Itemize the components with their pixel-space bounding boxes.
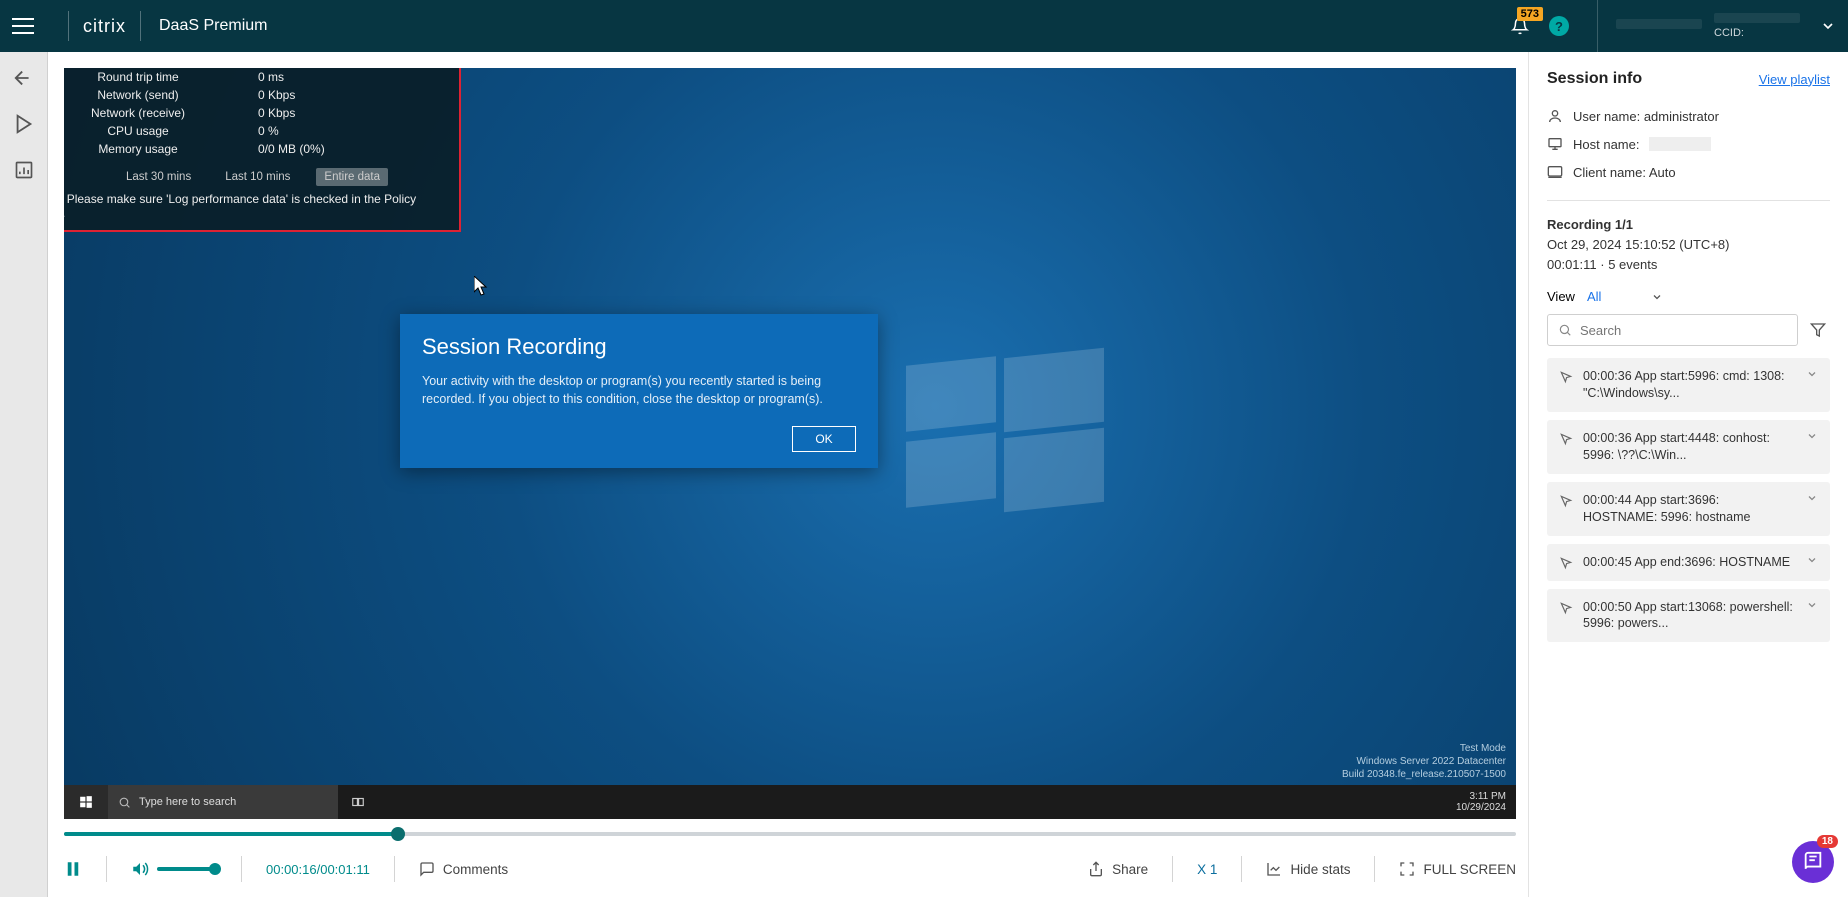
taskbar-search-placeholder: Type here to search [139, 796, 236, 808]
chevron-down-icon [1651, 291, 1663, 303]
comments-button[interactable]: Comments [419, 861, 508, 877]
seek-thumb[interactable] [391, 827, 405, 841]
video-stage[interactable]: Session Recording Your activity with the… [64, 68, 1516, 819]
host-icon [1547, 136, 1563, 152]
book-icon [1802, 851, 1824, 873]
help-badge: 18 [1817, 835, 1838, 848]
cursor-icon [474, 276, 490, 296]
help-button[interactable]: ? [1549, 16, 1569, 36]
view-playlist-link[interactable]: View playlist [1759, 72, 1830, 87]
start-button[interactable] [64, 785, 108, 819]
fullscreen-icon [1399, 861, 1415, 877]
session-info-title: Session info [1547, 70, 1642, 88]
event-item[interactable]: 00:00:45 App end:3696: HOSTNAME [1547, 544, 1830, 581]
search-icon [118, 796, 131, 809]
tab-last-10[interactable]: Last 10 mins [217, 168, 298, 186]
notifications-button[interactable]: 573 [1511, 17, 1529, 35]
stats-nodata-message: No data. Please make sure 'Log performan… [64, 192, 449, 220]
windows-logo [906, 353, 1106, 513]
taskbar: Type here to search 3:11 PM10/29/2024 [64, 785, 1516, 819]
brand-logo: citrix [83, 16, 126, 37]
user-menu[interactable]: CCID: [1597, 0, 1836, 52]
player-controls: 00:00:16/00:01:11 Comments Share X 1 Hid… [64, 841, 1516, 897]
view-filter[interactable]: View All [1547, 289, 1830, 304]
tab-entire-data[interactable]: Entire data [316, 168, 388, 186]
event-item[interactable]: 00:00:36 App start:4448: conhost: 5996: … [1547, 420, 1830, 474]
left-rail [0, 52, 48, 897]
hostname-row: Host name: [1547, 136, 1830, 152]
dialog-body: Your activity with the desktop or progra… [422, 372, 856, 408]
user-icon [1547, 108, 1563, 124]
event-item[interactable]: 00:00:44 App start:3696: HOSTNAME: 5996:… [1547, 482, 1830, 536]
stats-rail-button[interactable] [10, 156, 38, 184]
speed-button[interactable]: X 1 [1197, 862, 1217, 877]
pause-button[interactable] [64, 860, 82, 878]
tab-last-30[interactable]: Last 30 mins [118, 168, 199, 186]
taskbar-search[interactable]: Type here to search [108, 785, 338, 819]
separator [68, 11, 69, 41]
side-panel: Session info View playlist User name: ad… [1528, 52, 1848, 897]
dialog-title: Session Recording [422, 334, 856, 360]
stat-value: 0 ms [258, 70, 449, 84]
ccid-label: CCID: [1714, 27, 1744, 39]
task-view-button[interactable] [338, 795, 378, 809]
player-column: Session Recording Your activity with the… [48, 52, 1528, 897]
session-recording-dialog: Session Recording Your activity with the… [400, 314, 878, 468]
system-tray: 3:11 PM10/29/2024 [1446, 791, 1516, 813]
clientname-row: Client name: Auto [1547, 164, 1830, 180]
fullscreen-button[interactable]: FULL SCREEN [1399, 861, 1516, 877]
hide-stats-button[interactable]: Hide stats [1266, 861, 1350, 877]
event-item[interactable]: 00:00:50 App start:13068: powershell: 59… [1547, 589, 1830, 643]
username-row: User name: administrator [1547, 108, 1830, 124]
dialog-ok-button[interactable]: OK [792, 426, 856, 452]
floating-help-button[interactable]: 18 [1792, 841, 1834, 883]
chevron-down-icon[interactable] [1820, 18, 1836, 34]
share-button[interactable]: Share [1088, 861, 1148, 877]
filter-button[interactable] [1806, 314, 1830, 346]
client-icon [1547, 164, 1563, 180]
volume-icon [131, 860, 149, 878]
menu-icon[interactable] [12, 14, 36, 38]
play-rail-button[interactable] [10, 110, 38, 138]
seek-bar[interactable] [64, 827, 1516, 841]
app-header: citrix DaaS Premium 573 ? CCID: [0, 0, 1848, 52]
notification-badge: 573 [1517, 7, 1543, 21]
stats-icon [1266, 861, 1282, 877]
volume-control[interactable] [131, 860, 217, 878]
event-item[interactable]: 00:00:36 App start:5996: cmd: 1308: "C:\… [1547, 358, 1830, 412]
events-list: 00:00:36 App start:5996: cmd: 1308: "C:\… [1547, 358, 1830, 642]
chevron-down-icon [1806, 368, 1818, 380]
cursor-icon [1559, 370, 1573, 384]
timecode: 00:00:16/00:01:11 [266, 862, 370, 877]
event-search-box[interactable] [1547, 314, 1798, 346]
share-icon [1088, 861, 1104, 877]
separator [140, 11, 141, 41]
stat-label: Round trip time [64, 70, 258, 84]
recording-meta: Recording 1/1 Oct 29, 2024 15:10:52 (UTC… [1547, 215, 1830, 275]
search-icon [1558, 323, 1572, 337]
back-button[interactable] [10, 64, 38, 92]
watermark: Test ModeWindows Server 2022 DatacenterB… [1342, 742, 1506, 781]
comment-icon [419, 861, 435, 877]
volume-slider[interactable] [157, 867, 217, 871]
event-search-input[interactable] [1580, 323, 1787, 338]
stats-overlay: Round trip time0 ms Network (send)0 Kbps… [64, 68, 461, 232]
product-name: DaaS Premium [159, 17, 267, 35]
filter-icon [1810, 322, 1826, 338]
